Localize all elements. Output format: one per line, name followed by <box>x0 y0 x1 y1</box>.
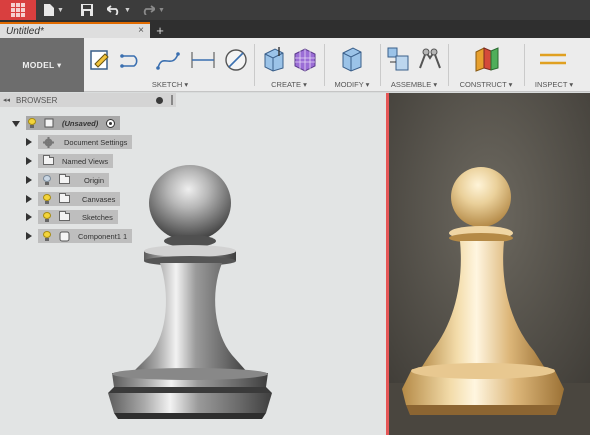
spline-tool-icon[interactable] <box>156 50 180 70</box>
line-tool-icon[interactable] <box>120 52 146 70</box>
item-label: Origin <box>84 175 105 185</box>
create-group: CREATE ▾ <box>256 38 322 92</box>
expand-icon[interactable] <box>26 232 32 240</box>
browser-item-component[interactable]: Component1 1 <box>26 229 133 243</box>
new-component-icon[interactable] <box>386 46 410 72</box>
document-icon <box>44 118 54 128</box>
form-icon[interactable] <box>292 46 318 72</box>
document-tab-bar: Untitled* × + <box>0 20 590 38</box>
application-bar: ▼ ▼ ▼ <box>0 0 590 20</box>
root-label-box[interactable]: (Unsaved) <box>26 116 121 130</box>
visibility-bulb-icon[interactable] <box>43 231 51 241</box>
item-label: Document Settings <box>64 137 128 147</box>
undo-icon <box>107 5 119 15</box>
assemble-group: ASSEMBLE ▾ <box>382 38 446 92</box>
browser-title: BROWSER <box>16 95 58 105</box>
item-label-box[interactable]: Origin <box>38 173 110 187</box>
browser-item-canvases[interactable]: Canvases <box>26 192 121 206</box>
visibility-bulb-icon[interactable] <box>28 118 36 128</box>
inspect-menu[interactable]: INSPECT ▾ <box>526 80 582 89</box>
panel-grip[interactable] <box>171 95 173 105</box>
modify-group: MODIFY ▾ <box>326 38 378 92</box>
folder-icon <box>59 193 70 203</box>
construct-menu[interactable]: CONSTRUCT ▾ <box>450 80 522 89</box>
document-tab[interactable]: Untitled* × <box>0 22 150 38</box>
browser-options-icon[interactable] <box>156 96 163 104</box>
item-label: Named Views <box>62 156 109 166</box>
ribbon-divider <box>524 44 525 86</box>
item-label-box[interactable]: Sketches <box>38 210 118 224</box>
canvas-edge-highlight <box>386 93 389 435</box>
offset-plane-icon[interactable] <box>474 46 500 72</box>
item-label-box[interactable]: Canvases <box>38 192 121 206</box>
modify-menu[interactable]: MODIFY ▾ <box>326 80 378 89</box>
expand-icon[interactable] <box>26 138 32 146</box>
file-menu-button[interactable]: ▼ <box>36 0 72 20</box>
file-icon <box>44 4 55 16</box>
ribbon-divider <box>380 44 381 86</box>
component-icon <box>59 231 70 241</box>
activate-radio-icon[interactable] <box>106 118 116 128</box>
item-label: Canvases <box>82 194 116 204</box>
browser-item-sketches[interactable]: Sketches <box>26 210 118 224</box>
expand-icon[interactable] <box>26 176 32 184</box>
save-button[interactable] <box>72 0 102 20</box>
redo-icon <box>143 5 156 15</box>
constraint-tool-icon[interactable] <box>224 48 248 72</box>
visibility-bulb-icon[interactable] <box>43 194 51 204</box>
browser-panel-header: ◂◂ BROWSER <box>0 93 176 107</box>
expand-icon[interactable] <box>26 195 32 203</box>
browser-item-named-views[interactable]: Named Views <box>26 154 114 168</box>
expand-icon[interactable] <box>26 157 32 165</box>
browser-item-document-settings[interactable]: Document Settings <box>26 135 133 149</box>
press-pull-icon[interactable] <box>340 46 364 72</box>
ribbon-divider <box>254 44 255 86</box>
app-grid-button[interactable] <box>0 0 36 20</box>
expand-root-icon[interactable] <box>12 121 20 127</box>
inspect-group: INSPECT ▾ <box>526 38 582 92</box>
assemble-menu[interactable]: ASSEMBLE ▾ <box>382 80 446 89</box>
reference-pawn-photo <box>388 93 590 435</box>
document-tab-title: Untitled* <box>6 25 44 37</box>
save-icon <box>81 4 93 16</box>
extrude-icon[interactable] <box>262 46 286 72</box>
fusion-window: ▼ ▼ ▼ Untitled* × + MODEL ▾ SKETCH ▾ CRE… <box>0 0 590 435</box>
redo-button[interactable]: ▼ <box>136 0 170 20</box>
item-label-box[interactable]: Document Settings <box>38 135 133 149</box>
item-label: Component1 1 <box>78 231 128 241</box>
root-title: (Unsaved) <box>62 118 99 128</box>
toolbar-ribbon: MODEL ▾ SKETCH ▾ CREATE ▾ MODIFY ▾ ASSEM… <box>0 38 590 92</box>
undo-button[interactable]: ▼ <box>102 0 136 20</box>
joint-icon[interactable] <box>418 48 442 70</box>
item-label: Sketches <box>82 212 113 222</box>
folder-icon <box>43 155 54 165</box>
ribbon-divider <box>448 44 449 86</box>
reference-canvas-image[interactable] <box>388 93 590 435</box>
create-menu[interactable]: CREATE ▾ <box>256 80 322 89</box>
sketch-menu[interactable]: SKETCH ▾ <box>86 80 254 89</box>
folder-icon <box>59 211 70 221</box>
app-grid-icon <box>11 3 25 17</box>
browser-root[interactable]: (Unsaved) <box>12 116 121 130</box>
close-tab-icon[interactable]: × <box>138 25 144 36</box>
ribbon-divider <box>324 44 325 86</box>
visibility-bulb-icon[interactable] <box>43 175 51 185</box>
gear-icon <box>43 136 54 148</box>
dimension-tool-icon[interactable] <box>190 50 216 70</box>
browser-item-origin[interactable]: Origin <box>26 173 110 187</box>
new-tab-button[interactable]: + <box>152 22 168 38</box>
create-sketch-icon[interactable] <box>90 48 112 72</box>
visibility-bulb-icon[interactable] <box>43 212 51 222</box>
sketch-group: SKETCH ▾ <box>86 38 254 92</box>
item-label-box[interactable]: Named Views <box>38 154 114 168</box>
item-label-box[interactable]: Component1 1 <box>38 229 133 243</box>
expand-icon[interactable] <box>26 213 32 221</box>
folder-icon <box>59 174 70 184</box>
collapse-browser-icon[interactable]: ◂◂ <box>3 96 10 104</box>
measure-icon[interactable] <box>540 52 566 66</box>
workspace-switcher[interactable]: MODEL ▾ <box>0 38 84 92</box>
construct-group: CONSTRUCT ▾ <box>450 38 522 92</box>
